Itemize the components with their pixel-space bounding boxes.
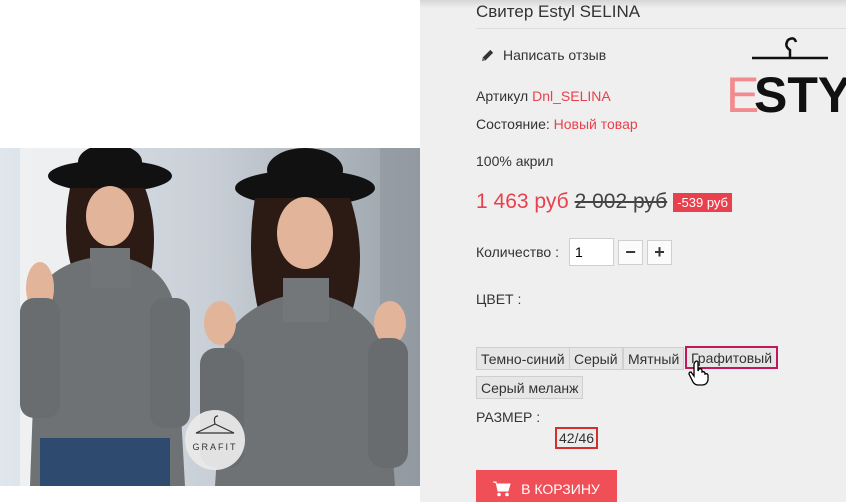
- price-row: 1 463 руб 2 002 руб -539 руб: [476, 190, 732, 214]
- material-text: 100% акрил: [476, 153, 554, 169]
- quantity-minus-button[interactable]: −: [617, 239, 643, 265]
- size-option-42-46[interactable]: 42/46: [555, 427, 599, 449]
- quantity-label: Количество :: [476, 244, 559, 260]
- hand-cursor-icon: [688, 360, 709, 386]
- current-price: 1 463 руб: [476, 190, 569, 213]
- sku-value: Dnl_SELINA: [532, 88, 611, 104]
- pencil-icon: [481, 49, 494, 61]
- add-to-cart-button[interactable]: В КОРЗИНУ: [476, 470, 617, 502]
- sku-row: Артикул Dnl_SELINA: [476, 88, 611, 104]
- quantity-row: Количество : − +: [476, 238, 672, 266]
- quantity-plus-button[interactable]: +: [646, 239, 672, 265]
- write-review-link[interactable]: Написать отзыв: [480, 47, 606, 63]
- cart-icon: [493, 481, 511, 497]
- condition-label: Состояние:: [476, 116, 550, 132]
- product-photo[interactable]: GRAFIT: [0, 148, 420, 486]
- condition-row: Состояние: Новый товар: [476, 116, 638, 132]
- condition-value: Новый товар: [553, 116, 638, 132]
- product-title: Свитер Estyl SELINA: [476, 2, 641, 21]
- svg-text:STYL: STYL: [754, 67, 846, 116]
- color-label: ЦВЕТ :: [476, 291, 522, 307]
- color-option-grey-melange[interactable]: Серый меланж: [476, 376, 584, 399]
- estyl-logo: E STYL: [726, 37, 846, 116]
- color-option-grey[interactable]: Серый: [569, 347, 623, 370]
- product-photo-illustration: GRAFIT: [0, 148, 420, 486]
- grafit-badge-text: GRAFIT: [193, 442, 238, 452]
- discount-badge: -539 руб: [673, 192, 732, 212]
- quantity-input[interactable]: [568, 238, 614, 266]
- sku-label: Артикул: [476, 88, 529, 104]
- add-to-cart-label: В КОРЗИНУ: [521, 481, 600, 497]
- title-divider: [476, 28, 846, 29]
- color-option-dark-blue[interactable]: Темно-синий: [476, 347, 570, 370]
- write-review-label: Написать отзыв: [503, 47, 607, 63]
- size-label: РАЗМЕР :: [476, 409, 541, 425]
- old-price: 2 002 руб: [574, 190, 668, 213]
- color-option-mint[interactable]: Мятный: [623, 347, 685, 370]
